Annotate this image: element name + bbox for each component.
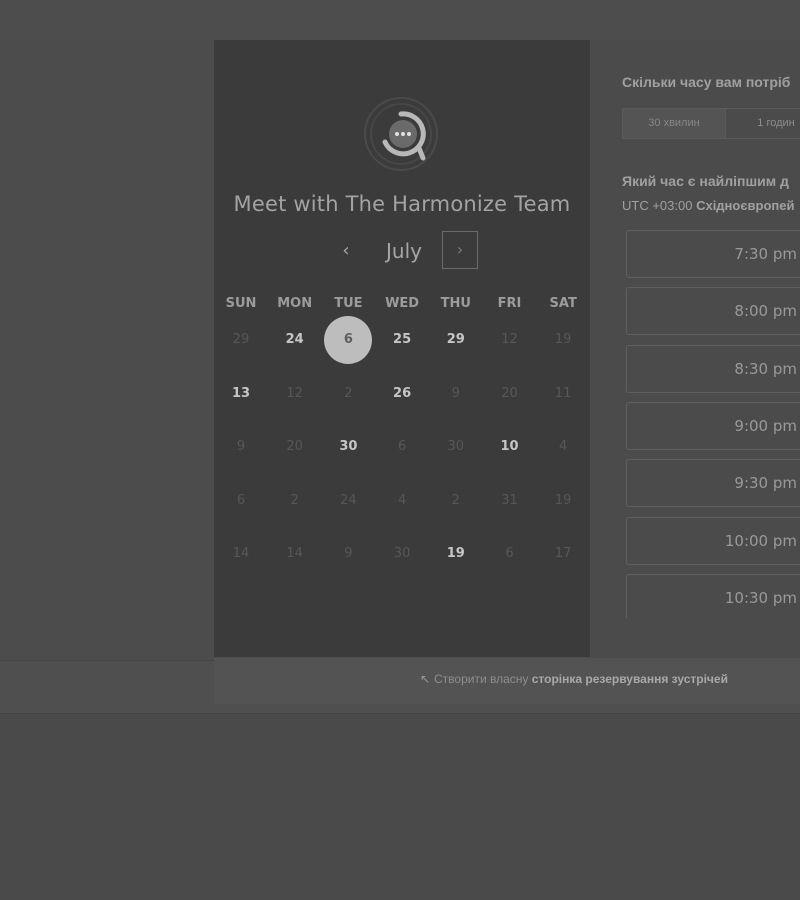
time-slot[interactable]: 8:30 pm [626, 344, 800, 393]
calendar-day: 17 [554, 546, 572, 561]
timezone-name: Східноєвропей [696, 198, 795, 213]
time-slot[interactable]: 10:30 pm [626, 573, 800, 618]
calendar-day: 12 [286, 385, 303, 401]
calendar-day: 6 [397, 439, 407, 454]
calendar-day: 9 [451, 385, 460, 401]
calendar-day[interactable]: 25 [375, 316, 429, 364]
calendar-day: 2 [290, 492, 299, 508]
scheduler-panel: Скільки часу вам потріб 30 хвилин 1 годи… [590, 40, 800, 658]
time-slot[interactable]: 10:00 pm [626, 516, 800, 565]
calendar-day: 2 [451, 492, 460, 508]
calendar-day: 2 [344, 385, 353, 401]
calendar-day[interactable]: 10 [483, 423, 537, 471]
calendar-day[interactable]: 13 [214, 370, 268, 418]
calendar-day[interactable]: 26 [375, 370, 429, 418]
calendar-day-selected[interactable]: 6 [321, 316, 375, 364]
calendar-day: 29 [232, 332, 250, 347]
month-label: July [386, 239, 422, 263]
chevron-left-icon: ‹ [342, 240, 350, 261]
harmonize-logo-icon [364, 97, 438, 171]
calendar-day: 9 [344, 546, 353, 561]
duration-tabs: 30 хвилин 1 годин [622, 108, 800, 139]
duration-30-min-tab[interactable]: 30 хвилин [623, 109, 725, 138]
time-question: Який час є найліпшим д [622, 173, 789, 189]
weekday-4: THU [440, 296, 471, 311]
calendar-day: 24 [340, 492, 357, 508]
calendar-day: 14 [286, 546, 303, 561]
calendar-day: 31 [501, 492, 518, 508]
calendar-day: 11 [554, 385, 572, 401]
timezone-offset: UTC +03:00 [622, 198, 693, 213]
calendar-day[interactable]: 19 [429, 530, 483, 578]
timezone-label[interactable]: UTC +03:00 Східноєвропей [622, 198, 794, 213]
top-bar [0, 0, 800, 41]
calendar-day: 19 [554, 492, 572, 508]
weekday-3: WED [385, 296, 420, 311]
calendar-day: 30 [393, 546, 411, 561]
calendar-day: 6 [236, 492, 246, 508]
team-title: Meet with The Harmonize Team [233, 192, 571, 216]
time-slot-list[interactable]: 7:30 pm 8:00 pm 8:30 pm 9:00 pm 9:30 pm 10:00… [626, 230, 800, 618]
create-booking-page-link[interactable]: ↖ Створити власну сторінка резервування з… [420, 672, 728, 686]
prev-month-button[interactable]: ‹ [332, 237, 360, 265]
next-month-button[interactable]: › [442, 231, 478, 269]
calendar-day: 12 [501, 332, 518, 347]
footer-link-text: сторінка резервування зустрічей [531, 672, 728, 686]
time-slot[interactable]: 7:30 pm [626, 230, 800, 278]
calendar-day[interactable]: 30 [321, 423, 375, 471]
duration-question: Скільки часу вам потріб [622, 74, 791, 90]
calendar-day: 19 [554, 332, 572, 347]
weekday-2: TUE [334, 296, 363, 311]
time-slot[interactable]: 9:30 pm [626, 459, 800, 508]
calendar-day: 4 [559, 439, 568, 454]
chevron-right-icon: › [456, 240, 464, 259]
weekday-0: SUN [225, 296, 257, 311]
time-slot[interactable]: 9:00 pm [626, 401, 800, 450]
footer-prefix: Створити власну [434, 672, 529, 686]
calendar-day: 4 [397, 492, 407, 508]
calendar-day: 6 [505, 546, 514, 561]
calendar-day: 30 [447, 439, 465, 454]
selected-day-circle: 6 [324, 316, 373, 364]
calendar-day[interactable]: 24 [268, 316, 322, 364]
cursor-icon: ↖ [420, 672, 431, 686]
calendar-day: 20 [501, 385, 518, 401]
weekday-6: SAT [549, 296, 577, 311]
month-navigation: ‹ July › [214, 231, 590, 271]
calendar-day: 9 [236, 439, 246, 454]
calendar-day[interactable]: 29 [429, 316, 483, 364]
weekday-1: MON [277, 296, 313, 311]
weekday-5: FRI [497, 296, 522, 311]
duration-1-hour-tab[interactable]: 1 годин [725, 109, 800, 138]
time-slot[interactable]: 8:00 pm [626, 287, 800, 336]
calendar-day: 14 [232, 546, 250, 561]
calendar-day: 20 [286, 439, 303, 454]
